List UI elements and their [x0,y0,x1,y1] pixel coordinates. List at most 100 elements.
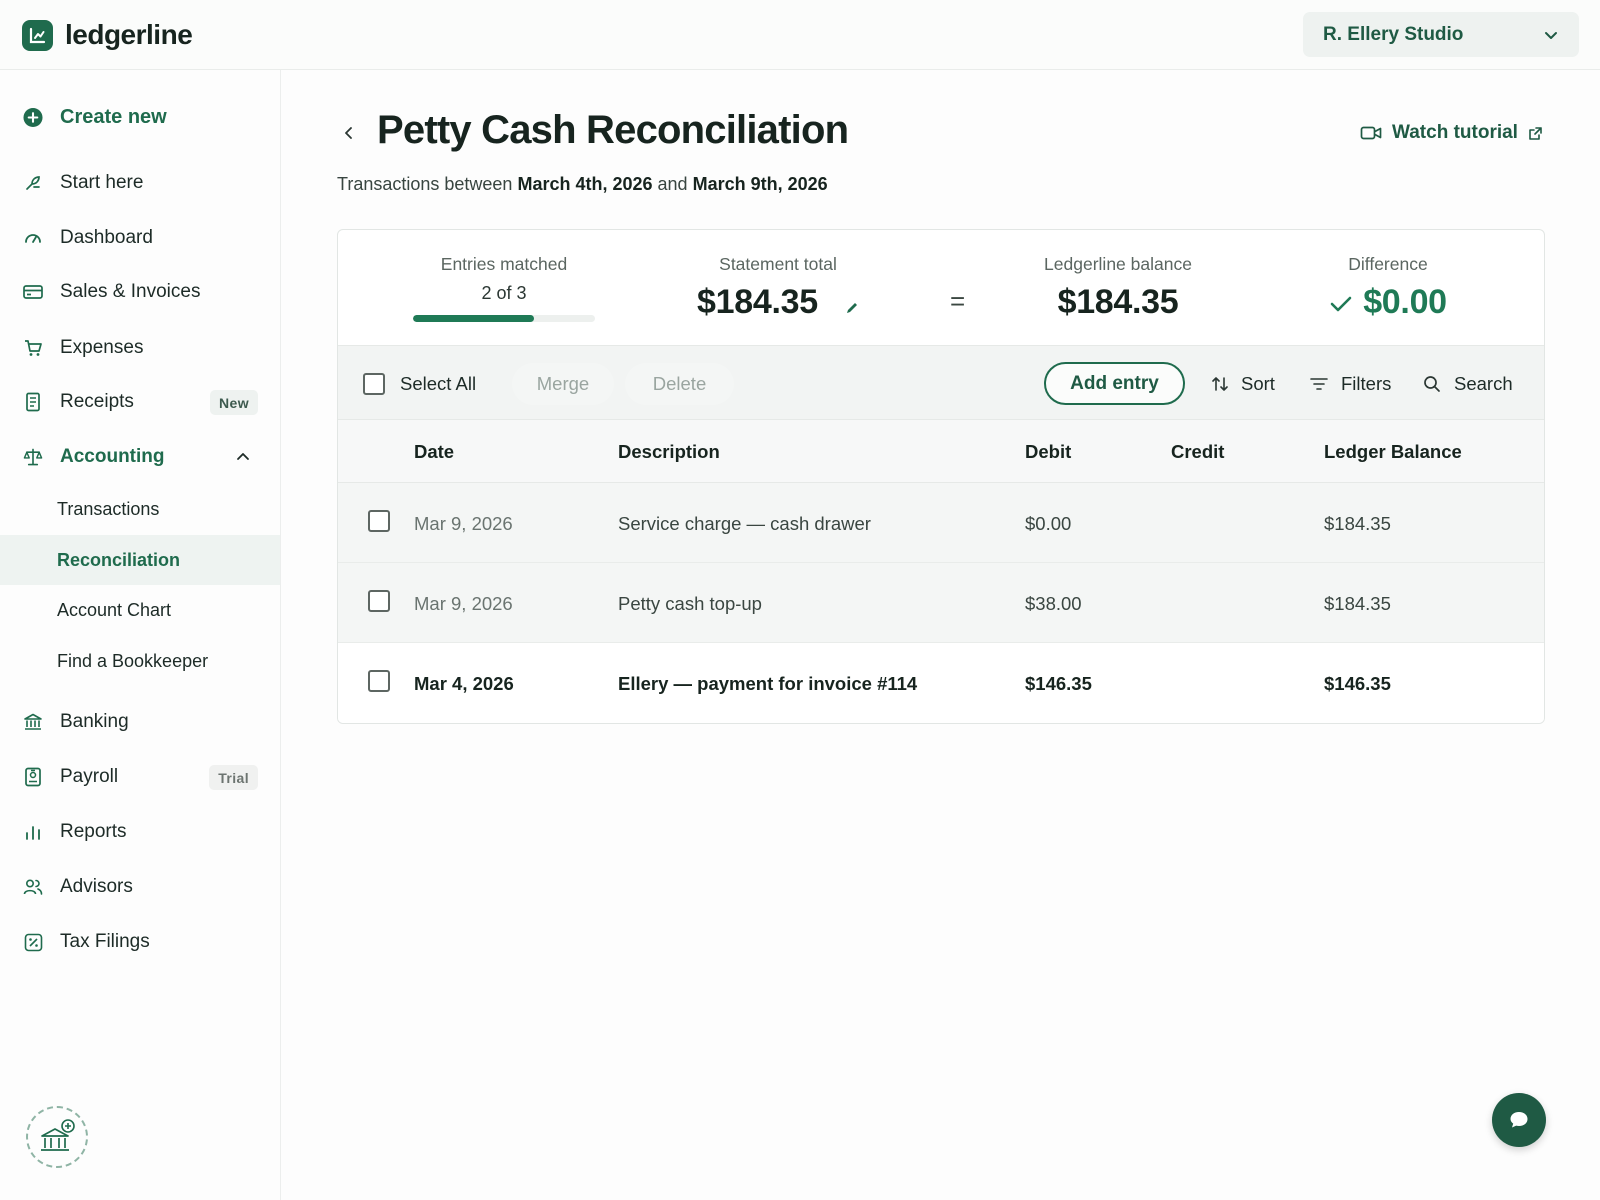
reconciliation-card: Entries matched 2 of 3 Statement total $… [337,229,1545,724]
sidebar-item-start-here[interactable]: Start here [0,158,280,208]
ledger-balance-stat: Ledgerline balance $184.35 [1008,254,1228,322]
watch-tutorial-label: Watch tutorial [1392,122,1518,143]
column-header-description[interactable]: Description [618,441,720,463]
sidebar-item-transactions[interactable]: Transactions [0,484,280,534]
sidebar-item-label: Account Chart [57,599,172,620]
filter-lines-icon [1310,377,1328,390]
row-description: Service charge — cash drawer [618,513,871,534]
table-row[interactable]: Mar 9, 2026 Service charge — cash drawer… [338,483,1544,563]
start-date: March 4th, 2026 [517,174,653,194]
brand-name: ledgerline [65,19,193,50]
sort-arrows-icon [1212,376,1228,391]
sidebar-item-accounting[interactable]: Accounting [0,432,280,482]
search-button[interactable]: Search [1423,346,1513,421]
sidebar: Create new Start here Dashboard Sales & … [0,70,281,1200]
chevron-down-icon [1545,31,1557,39]
sidebar-item-reconciliation[interactable]: Reconciliation [0,535,280,585]
statement-total-stat: Statement total $184.35 [668,254,888,324]
chat-bubble-icon [1510,1112,1528,1128]
column-header-credit[interactable]: Credit [1171,441,1224,463]
add-entry-button[interactable]: Add entry [1044,362,1185,405]
statement-total-value: $184.35 [697,283,818,321]
sidebar-item-reports[interactable]: Reports [0,807,280,857]
sidebar-item-advisors[interactable]: Advisors [0,862,280,912]
sidebar-item-label: Payroll [60,766,119,787]
select-all-control[interactable]: Select All [363,346,476,421]
sidebar-item-label: Transactions [57,498,160,519]
sidebar-item-payroll[interactable]: Payroll Trial [0,752,280,802]
back-button[interactable] [340,124,360,144]
row-checkbox[interactable] [368,590,390,612]
row-balance: $146.35 [1324,673,1391,694]
pencil-icon [846,302,857,313]
end-date: March 9th, 2026 [692,174,828,194]
organization-switcher[interactable]: R. Ellery Studio [1303,12,1579,57]
cart-icon [23,338,43,358]
statement-total-caption: Statement total [719,254,837,274]
filters-button[interactable]: Filters [1309,346,1391,421]
payroll-icon [23,767,43,787]
sidebar-item-label: Banking [60,711,129,732]
sidebar-item-label: Receipts [60,391,134,412]
watch-tutorial-link[interactable]: Watch tutorial [1360,122,1543,144]
sidebar-item-label: Advisors [60,876,133,897]
sort-button[interactable]: Sort [1210,346,1275,421]
entries-matched-progress [413,315,595,322]
column-header-date[interactable]: Date [414,441,454,463]
row-description: Ellery — payment for invoice #114 [618,673,918,694]
column-header-debit[interactable]: Debit [1025,441,1071,463]
sidebar-item-dashboard[interactable]: Dashboard [0,213,280,263]
sidebar-item-sales-invoices[interactable]: Sales & Invoices [0,267,280,317]
bank-plus-icon [41,1119,75,1151]
people-icon [23,877,43,897]
external-link-icon [1529,126,1542,140]
sidebar-item-label: Accounting [60,446,165,467]
gauge-icon [23,228,43,248]
table-row[interactable]: Mar 9, 2026 Petty cash top-up $38.00 $18… [338,563,1544,643]
plus-circle-icon [23,107,43,127]
sidebar-item-account-chart[interactable]: Account Chart [0,585,280,635]
date-range-subtitle: Transactions between March 4th, 2026 and… [337,174,828,195]
chat-support-button[interactable] [1492,1093,1546,1147]
row-debit: $38.00 [1025,593,1082,614]
entries-matched-caption: Entries matched [440,254,568,274]
sidebar-item-receipts[interactable]: Receipts New [0,377,280,427]
table-header: Date Description Debit Credit Ledger Bal… [338,420,1544,483]
table-row[interactable]: Mar 4, 2026 Ellery — payment for invoice… [338,643,1544,723]
row-checkbox[interactable] [368,670,390,692]
new-badge: New [210,390,258,415]
sidebar-item-label: Start here [60,172,144,193]
chevron-left-icon [345,127,352,139]
row-debit: $146.35 [1025,673,1092,694]
entries-matched-stat: Entries matched 2 of 3 [413,254,595,322]
create-new-button[interactable]: Create new [0,92,280,142]
row-date: Mar 9, 2026 [414,513,513,534]
row-balance: $184.35 [1324,593,1391,614]
difference-caption: Difference [1348,254,1428,274]
search-icon [1424,375,1440,392]
sidebar-item-banking[interactable]: Banking [0,697,280,747]
select-all-checkbox[interactable] [363,372,385,395]
brand-logo[interactable]: ledgerline [22,19,193,51]
add-bank-connection-button[interactable] [26,1106,88,1168]
edit-statement-button[interactable] [845,285,859,324]
subtitle-mid: and [657,174,688,194]
receipt-icon [23,392,43,412]
page-title: Petty Cash Reconciliation [377,108,849,152]
create-new-label: Create new [60,105,167,128]
leaf-pen-icon [23,173,43,193]
difference-stat: Difference $0.00 [1288,254,1488,322]
sidebar-item-tax-filings[interactable]: Tax Filings [0,917,280,967]
sidebar-item-find-bookkeeper[interactable]: Find a Bookkeeper [0,636,280,686]
row-checkbox[interactable] [368,510,390,532]
scale-icon [23,447,43,467]
checkmark-icon [1330,296,1352,312]
card-icon [23,282,43,302]
organization-name: R. Ellery Studio [1323,23,1464,45]
delete-button[interactable]: Delete [625,363,734,405]
sidebar-item-label: Sales & Invoices [60,281,201,302]
sidebar-item-expenses[interactable]: Expenses [0,323,280,373]
column-header-ledger-balance[interactable]: Ledger Balance [1324,441,1462,463]
merge-button[interactable]: Merge [512,363,614,405]
ledger-logo-icon [22,19,53,51]
